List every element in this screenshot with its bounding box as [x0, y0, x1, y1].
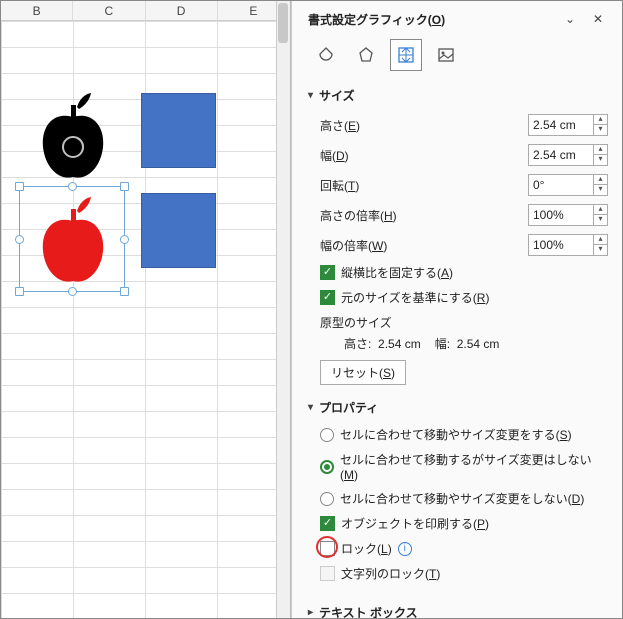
height-label: 高さ(E)	[320, 117, 528, 134]
tab-picture[interactable]	[430, 39, 462, 71]
print-object-checkbox[interactable]	[320, 516, 335, 531]
print-object-label: オブジェクトを印刷する(P)	[341, 515, 489, 532]
tab-size-properties[interactable]	[390, 39, 422, 71]
relative-original-label: 元のサイズを基準にする(R)	[341, 289, 489, 306]
section-properties: ▾プロパティ セルに合わせて移動やサイズ変更をする(S) セルに合わせて移動する…	[308, 399, 608, 590]
lock-text-checkbox	[320, 566, 335, 581]
scale-width-label: 幅の倍率(W)	[320, 237, 528, 254]
move-no-size-radio[interactable]	[320, 460, 334, 474]
dont-move-radio[interactable]	[320, 492, 334, 506]
scale-width-input[interactable]: ▴▾	[528, 234, 608, 256]
col-d[interactable]: D	[146, 1, 218, 20]
lock-label: ロック(L)	[341, 540, 392, 557]
lock-aspect-label: 縦横比を固定する(A)	[341, 264, 453, 281]
move-no-size-label: セルに合わせて移動するがサイズ変更はしない(M)	[340, 451, 608, 482]
original-size-label: 原型のサイズ	[320, 314, 608, 331]
blue-square-2[interactable]	[141, 193, 216, 268]
width-input[interactable]: ▴▾	[528, 144, 608, 166]
width-label: 幅(D)	[320, 147, 528, 164]
apple-black[interactable]	[33, 89, 113, 184]
grid[interactable]	[1, 21, 290, 618]
rotation-input[interactable]: ▴▾	[528, 174, 608, 196]
selection-box[interactable]	[19, 186, 125, 292]
spreadsheet-area: B C D E	[1, 1, 291, 618]
col-b[interactable]: B	[1, 1, 73, 20]
tab-effects[interactable]	[350, 39, 382, 71]
move-size-with-cells-label: セルに合わせて移動やサイズ変更をする(S)	[340, 426, 572, 443]
section-size: ▾サイズ 高さ(E)▴▾ 幅(D)▴▾ 回転(T)▴▾ 高さの倍率(H)▴▾ 幅…	[308, 87, 608, 385]
lock-aspect-checkbox[interactable]	[320, 265, 335, 280]
col-c[interactable]: C	[73, 1, 145, 20]
panel-title: 書式設定グラフィック(O)	[308, 11, 552, 28]
reset-button[interactable]: リセット(S)	[320, 360, 406, 385]
textbox-header[interactable]: ▸テキスト ボックス	[308, 604, 608, 618]
size-header[interactable]: ▾サイズ	[308, 87, 608, 104]
height-input[interactable]: ▴▾	[528, 114, 608, 136]
collapse-icon[interactable]: ⌄	[560, 9, 580, 29]
format-graphic-panel: 書式設定グラフィック(O) ⌄ ✕ ▾サイズ 高さ(E)▴▾ 幅(D)▴▾ 回転…	[291, 1, 622, 618]
lock-text-label: 文字列のロック(T)	[341, 565, 440, 582]
panel-tabs	[308, 39, 608, 71]
move-size-with-cells-radio[interactable]	[320, 428, 334, 442]
lock-info-icon[interactable]: i	[398, 542, 412, 556]
close-icon[interactable]: ✕	[588, 9, 608, 29]
tab-fill[interactable]	[310, 39, 342, 71]
column-headers: B C D E	[1, 1, 290, 21]
lock-checkbox[interactable]	[320, 541, 335, 556]
scale-height-input[interactable]: ▴▾	[528, 204, 608, 226]
blue-square-1[interactable]	[141, 93, 216, 168]
scale-height-label: 高さの倍率(H)	[320, 207, 528, 224]
section-textbox: ▸テキスト ボックス	[308, 604, 608, 618]
relative-original-checkbox[interactable]	[320, 290, 335, 305]
vertical-scrollbar[interactable]	[276, 1, 290, 618]
rotation-label: 回転(T)	[320, 177, 528, 194]
dont-move-label: セルに合わせて移動やサイズ変更をしない(D)	[340, 490, 584, 507]
properties-header[interactable]: ▾プロパティ	[308, 399, 608, 416]
